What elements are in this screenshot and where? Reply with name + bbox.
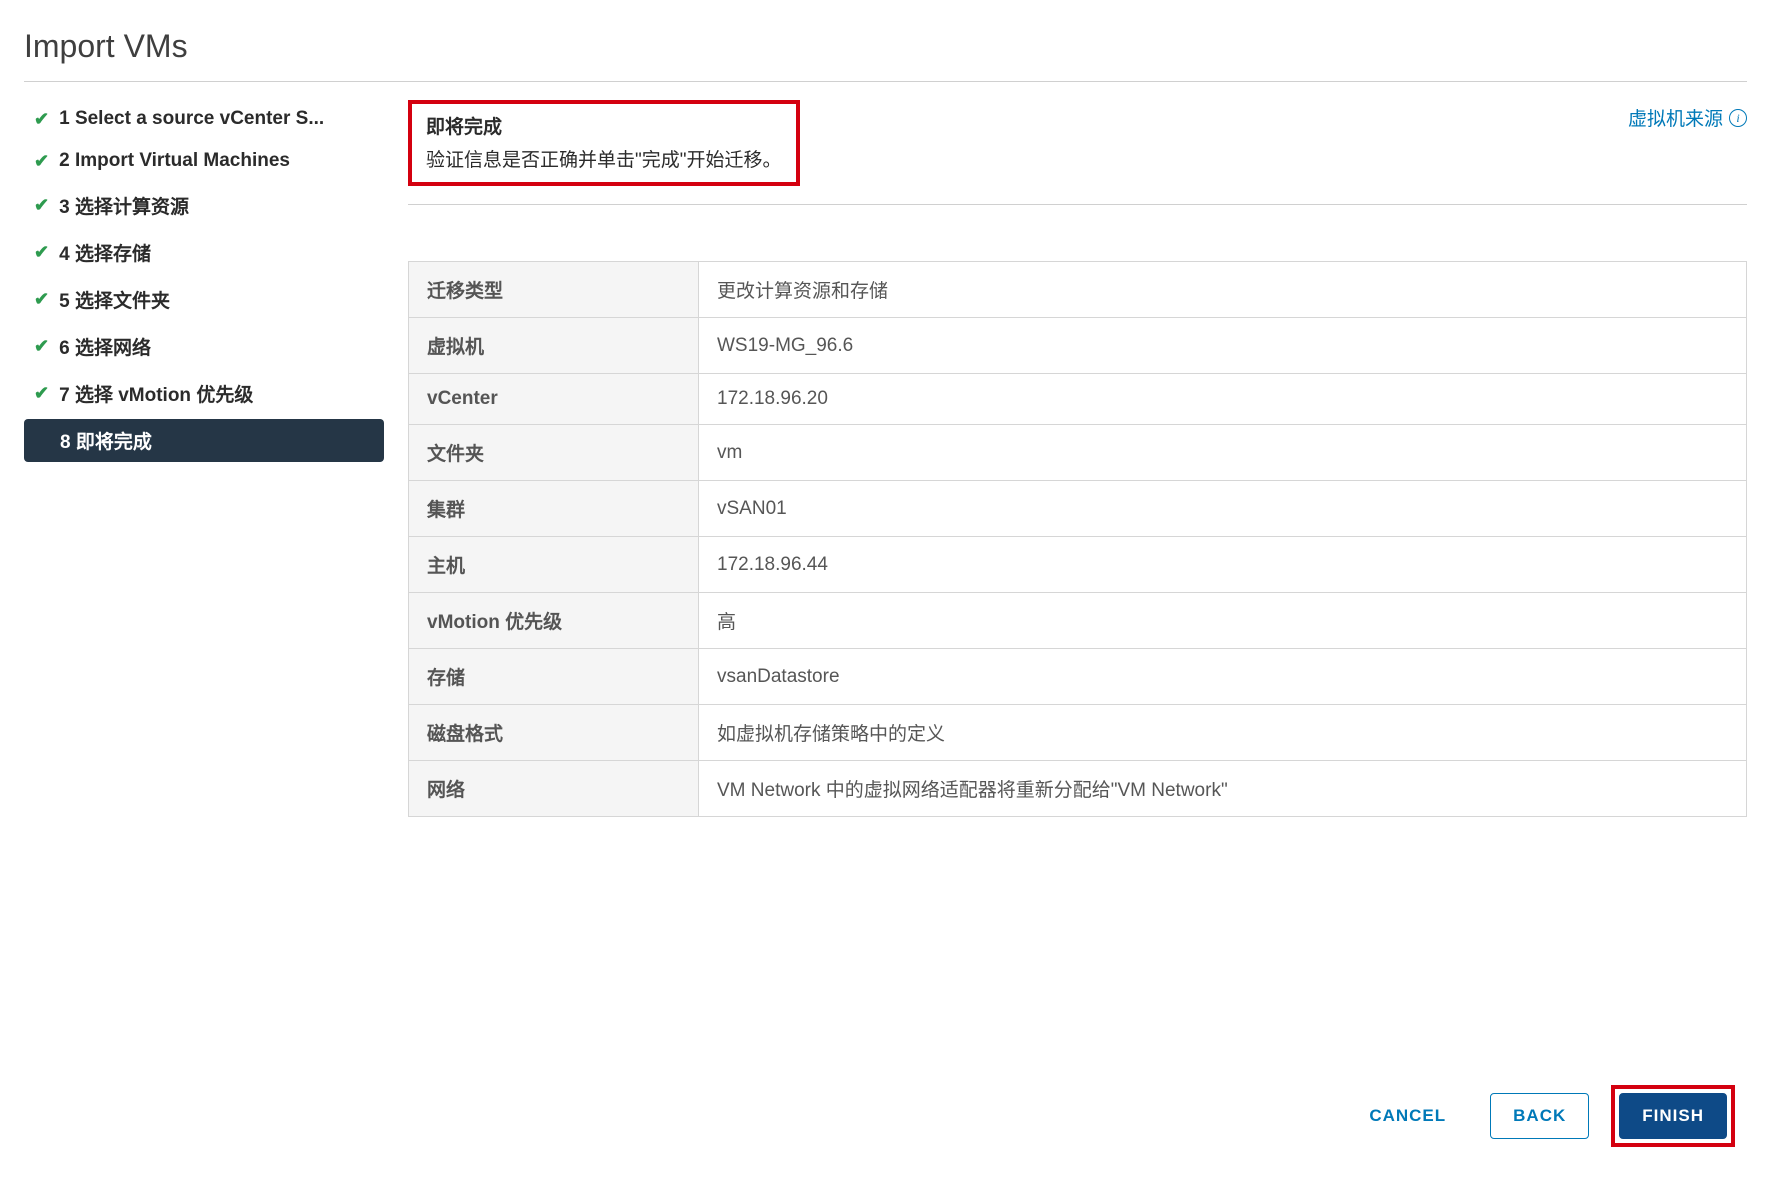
- check-icon: ✔: [34, 195, 49, 216]
- table-row: vMotion 优先级高: [409, 593, 1747, 649]
- summary-key: 网络: [409, 761, 699, 817]
- step-7[interactable]: ✔ 7 选择 vMotion 优先级: [24, 372, 384, 415]
- wizard-footer: CANCEL BACK FINISH: [1347, 1085, 1735, 1147]
- summary-key: 迁移类型: [409, 262, 699, 318]
- check-icon: ✔: [34, 383, 49, 404]
- summary-key: 存储: [409, 649, 699, 705]
- step-8-active[interactable]: 8 即将完成: [24, 419, 384, 462]
- step-1[interactable]: ✔ 1 Select a source vCenter S...: [24, 100, 384, 138]
- check-icon: ✔: [34, 336, 49, 357]
- summary-key: 虚拟机: [409, 318, 699, 374]
- table-row: 存储vsanDatastore: [409, 649, 1747, 705]
- summary-key: 磁盘格式: [409, 705, 699, 761]
- summary-value: 如虚拟机存储策略中的定义: [699, 705, 1747, 761]
- dialog-title: Import VMs: [24, 20, 1747, 81]
- check-icon: ✔: [34, 242, 49, 263]
- summary-table: 迁移类型更改计算资源和存储 虚拟机WS19-MG_96.6 vCenter172…: [408, 261, 1747, 817]
- info-icon: i: [1729, 109, 1747, 127]
- summary-value: vsanDatastore: [699, 649, 1747, 705]
- section-title: 即将完成: [426, 112, 782, 139]
- step-label: 8 即将完成: [60, 427, 152, 454]
- step-label: 2 Import Virtual Machines: [59, 150, 290, 172]
- summary-key: 主机: [409, 537, 699, 593]
- cancel-button[interactable]: CANCEL: [1347, 1094, 1468, 1138]
- finish-highlight-box: FINISH: [1611, 1085, 1735, 1147]
- step-6[interactable]: ✔ 6 选择网络: [24, 325, 384, 368]
- step-label: 4 选择存储: [59, 239, 151, 266]
- wizard-content: 虚拟机来源 i 即将完成 验证信息是否正确并单击"完成"开始迁移。 迁移类型更改…: [394, 100, 1747, 817]
- wizard-steps-sidebar: ✔ 1 Select a source vCenter S... ✔ 2 Imp…: [24, 100, 394, 466]
- summary-value: VM Network 中的虚拟网络适配器将重新分配给"VM Network": [699, 761, 1747, 817]
- step-2[interactable]: ✔ 2 Import Virtual Machines: [24, 142, 384, 180]
- summary-key: vMotion 优先级: [409, 593, 699, 649]
- table-row: 网络VM Network 中的虚拟网络适配器将重新分配给"VM Network": [409, 761, 1747, 817]
- table-row: 迁移类型更改计算资源和存储: [409, 262, 1747, 318]
- summary-value: vm: [699, 425, 1747, 481]
- table-row: vCenter172.18.96.20: [409, 374, 1747, 425]
- check-icon: ✔: [34, 289, 49, 310]
- step-4[interactable]: ✔ 4 选择存储: [24, 231, 384, 274]
- summary-key: 集群: [409, 481, 699, 537]
- back-button[interactable]: BACK: [1490, 1093, 1589, 1139]
- step-label: 3 选择计算资源: [59, 192, 189, 219]
- divider: [24, 81, 1747, 82]
- section-subtitle: 验证信息是否正确并单击"完成"开始迁移。: [426, 145, 782, 172]
- check-icon: ✔: [34, 151, 49, 172]
- table-row: 文件夹vm: [409, 425, 1747, 481]
- step-label: 7 选择 vMotion 优先级: [59, 380, 253, 407]
- step-5[interactable]: ✔ 5 选择文件夹: [24, 278, 384, 321]
- summary-value: vSAN01: [699, 481, 1747, 537]
- summary-value: WS19-MG_96.6: [699, 318, 1747, 374]
- step-label: 1 Select a source vCenter S...: [59, 108, 324, 130]
- summary-value: 高: [699, 593, 1747, 649]
- summary-key: vCenter: [409, 374, 699, 425]
- step-3[interactable]: ✔ 3 选择计算资源: [24, 184, 384, 227]
- check-icon: ✔: [34, 109, 49, 130]
- summary-key: 文件夹: [409, 425, 699, 481]
- step-label: 6 选择网络: [59, 333, 151, 360]
- step-label: 5 选择文件夹: [59, 286, 170, 313]
- header-highlight-box: 即将完成 验证信息是否正确并单击"完成"开始迁移。: [408, 100, 800, 186]
- table-row: 集群vSAN01: [409, 481, 1747, 537]
- table-row: 主机172.18.96.44: [409, 537, 1747, 593]
- summary-value: 172.18.96.44: [699, 537, 1747, 593]
- vm-source-link[interactable]: 虚拟机来源 i: [1628, 104, 1747, 131]
- table-row: 虚拟机WS19-MG_96.6: [409, 318, 1747, 374]
- divider: [408, 204, 1747, 205]
- summary-value: 更改计算资源和存储: [699, 262, 1747, 318]
- finish-button[interactable]: FINISH: [1619, 1093, 1727, 1139]
- vm-source-link-text: 虚拟机来源: [1628, 104, 1723, 131]
- summary-value: 172.18.96.20: [699, 374, 1747, 425]
- table-row: 磁盘格式如虚拟机存储策略中的定义: [409, 705, 1747, 761]
